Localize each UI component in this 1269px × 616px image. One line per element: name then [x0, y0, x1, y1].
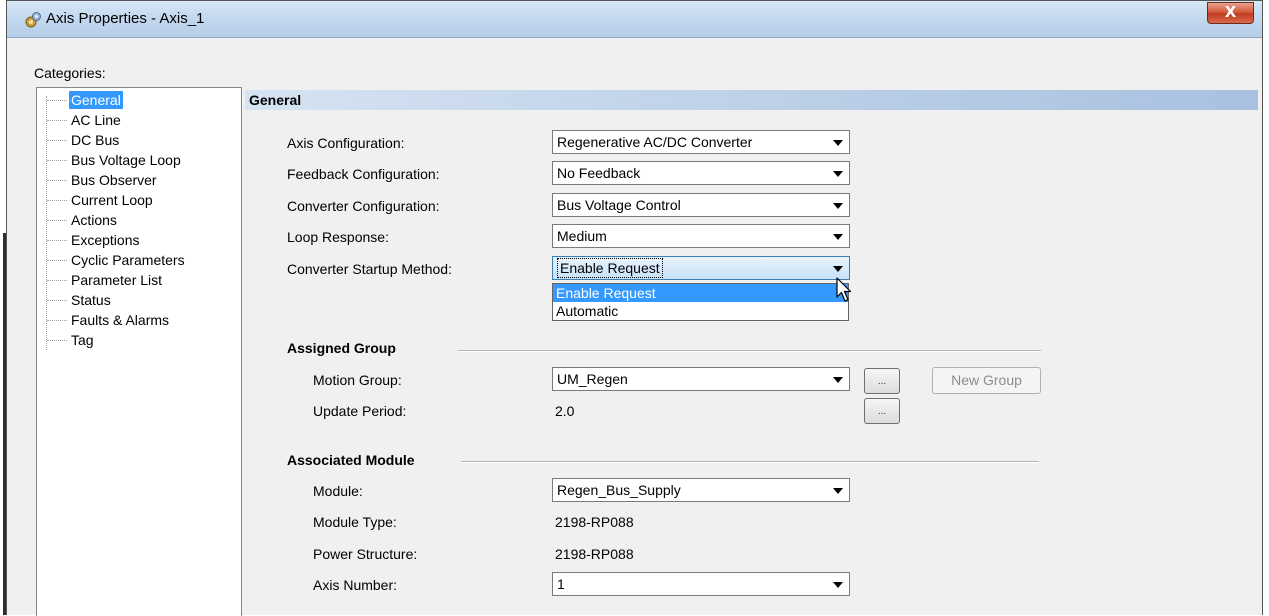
axis-properties-dialog: Axis Properties - Axis_1 X Categories: G…: [6, 0, 1263, 616]
axis-number-label: Axis Number:: [313, 577, 398, 593]
tree-item-faults-alarms[interactable]: Faults & Alarms: [46, 311, 171, 329]
power-structure-value: 2198-RP088: [555, 546, 634, 562]
update-period-label: Update Period:: [313, 403, 407, 419]
converter-configuration-label: Converter Configuration:: [287, 198, 440, 214]
motion-group-browse-button[interactable]: ...: [864, 368, 900, 394]
motion-group-select[interactable]: UM_Regen: [552, 367, 850, 391]
module-label: Module:: [313, 483, 363, 499]
module-type-label: Module Type:: [313, 514, 397, 530]
tree-item-bus-voltage-loop[interactable]: Bus Voltage Loop: [47, 151, 183, 169]
tree-item-tag[interactable]: Tag: [47, 331, 96, 349]
module-select[interactable]: Regen_Bus_Supply: [552, 478, 850, 502]
close-button[interactable]: X: [1207, 2, 1254, 24]
loop-response-label: Loop Response:: [287, 229, 389, 245]
axis-number-value: 1: [557, 576, 565, 592]
tree-item-dc-bus[interactable]: DC Bus: [46, 131, 121, 149]
title-bar[interactable]: Axis Properties - Axis_1 X: [7, 1, 1262, 38]
chevron-down-icon: [833, 234, 843, 240]
chevron-down-icon: [833, 203, 843, 209]
assigned-group-title: Assigned Group: [287, 340, 396, 356]
feedback-configuration-select[interactable]: No Feedback: [552, 161, 850, 185]
module-value: Regen_Bus_Supply: [557, 482, 681, 498]
associated-module-divider: [461, 461, 1039, 463]
loop-response-value: Medium: [557, 228, 607, 244]
gear-axis-icon: [25, 12, 41, 28]
tree-item-cyclic-parameters[interactable]: Cyclic Parameters: [47, 251, 187, 269]
dropdown-option-enable-request[interactable]: Enable Request: [553, 284, 848, 302]
feedback-configuration-value: No Feedback: [557, 165, 641, 181]
close-icon: X: [1224, 3, 1237, 21]
motion-group-value: UM_Regen: [557, 371, 628, 387]
new-group-button[interactable]: New Group: [932, 367, 1041, 394]
categories-label: Categories:: [34, 65, 106, 81]
window-title: Axis Properties - Axis_1: [46, 10, 205, 27]
tree-connector: [46, 96, 47, 350]
assigned-group-divider: [458, 350, 1041, 352]
update-period-browse-button[interactable]: ...: [864, 398, 900, 424]
chevron-down-icon: [833, 377, 843, 383]
converter-configuration-select[interactable]: Bus Voltage Control: [552, 193, 850, 217]
associated-module-title: Associated Module: [287, 452, 415, 468]
tree-item-exceptions[interactable]: Exceptions: [46, 231, 141, 249]
converter-configuration-value: Bus Voltage Control: [557, 197, 681, 213]
converter-startup-method-dropdown: Enable Request Automatic: [552, 283, 849, 321]
tree-item-current-loop[interactable]: Current Loop: [47, 191, 155, 209]
loop-response-select[interactable]: Medium: [552, 224, 850, 248]
general-section-header: General: [245, 90, 1258, 110]
tree-item-general[interactable]: General: [47, 91, 123, 109]
motion-group-label: Motion Group:: [313, 372, 402, 388]
converter-startup-method-select[interactable]: Enable Request: [552, 256, 850, 280]
chevron-down-icon: [833, 488, 843, 494]
converter-startup-method-value: Enable Request: [557, 258, 663, 278]
module-type-value: 2198-RP088: [555, 514, 634, 530]
chevron-down-icon: [833, 266, 843, 272]
tree-item-actions[interactable]: Actions: [47, 211, 119, 229]
dropdown-option-automatic[interactable]: Automatic: [553, 302, 848, 320]
chevron-down-icon: [833, 171, 843, 177]
update-period-value: 2.0: [555, 403, 575, 419]
tree-item-status[interactable]: Status: [47, 291, 113, 309]
axis-configuration-value: Regenerative AC/DC Converter: [557, 134, 753, 150]
feedback-configuration-label: Feedback Configuration:: [287, 166, 440, 182]
categories-tree[interactable]: General AC Line DC Bus Bus Voltage Loop …: [36, 87, 242, 616]
converter-startup-method-label: Converter Startup Method:: [287, 261, 452, 277]
chevron-down-icon: [833, 140, 843, 146]
axis-configuration-label: Axis Configuration:: [287, 135, 405, 151]
tree-item-ac-line[interactable]: AC Line: [47, 111, 123, 129]
axis-number-select[interactable]: 1: [552, 572, 850, 596]
chevron-down-icon: [833, 582, 843, 588]
tree-item-bus-observer[interactable]: Bus Observer: [47, 171, 159, 189]
mouse-pointer-icon: [836, 277, 852, 302]
power-structure-label: Power Structure:: [313, 546, 418, 562]
tree-item-parameter-list[interactable]: Parameter List: [46, 271, 164, 289]
axis-configuration-select[interactable]: Regenerative AC/DC Converter: [552, 130, 850, 154]
